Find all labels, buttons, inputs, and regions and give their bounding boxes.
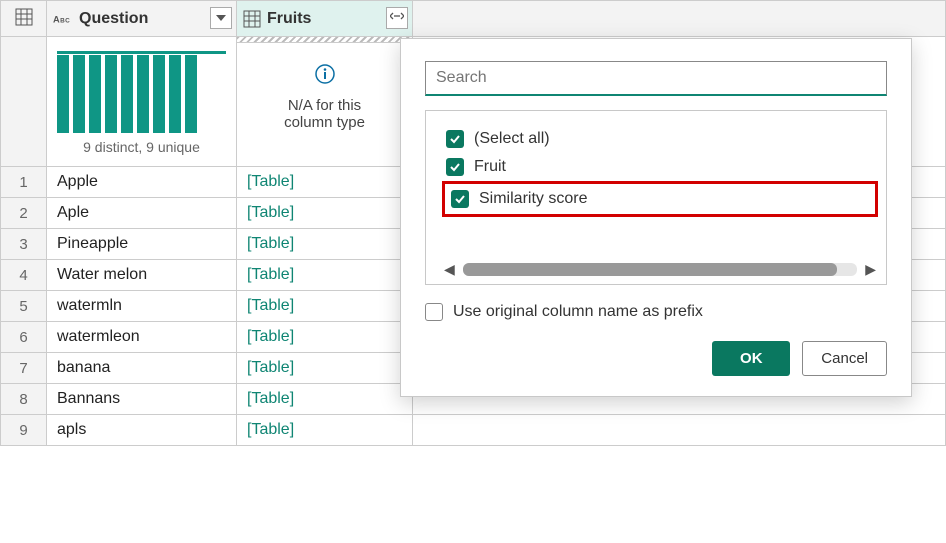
cell-question[interactable]: Pineapple [47,229,237,260]
distribution-bars [57,51,226,133]
highlight-box: Similarity score [442,181,878,217]
option-select-all[interactable]: (Select all) [442,125,878,153]
distribution-bar [137,55,149,133]
cell-fruits[interactable]: [Table] [237,353,413,384]
expand-column-button[interactable] [386,7,408,29]
cell-fruits[interactable]: [Table] [237,198,413,229]
row-number: 3 [1,229,47,260]
distribution-bar [73,55,85,133]
distribution-bar [57,55,69,133]
table-link[interactable]: [Table] [247,359,294,376]
cell-question[interactable]: banana [47,353,237,384]
column-label: Question [79,10,148,28]
chevron-down-icon [216,13,226,23]
cell-fruits[interactable]: [Table] [237,167,413,198]
cell-fruits[interactable]: [Table] [237,291,413,322]
ok-button[interactable]: OK [712,341,790,376]
row-number: 7 [1,353,47,384]
svg-text:C: C [65,17,70,24]
distribution-bar [185,55,197,133]
option-label: (Select all) [474,130,550,148]
cell-question[interactable]: apls [47,415,237,446]
row-number: 1 [1,167,47,198]
row-number: 2 [1,198,47,229]
cell-question[interactable]: Water melon [47,260,237,291]
column-header-question[interactable]: ABC Question [47,1,237,37]
table-link[interactable]: [Table] [247,297,294,314]
option-label: Similarity score [479,190,587,208]
column-filter-button[interactable] [210,7,232,29]
checkbox-unchecked-icon [425,303,443,321]
table-link[interactable]: [Table] [247,328,294,345]
scroll-right-icon[interactable]: ▶ [863,261,878,278]
cell-question[interactable]: watermln [47,291,237,322]
checkbox-checked-icon [446,158,464,176]
table-icon [15,8,33,26]
checkbox-checked-icon [451,190,469,208]
na-text-1: N/A for this [237,97,412,114]
table-type-icon [243,10,261,28]
distribution-bar [153,55,165,133]
table-link[interactable]: [Table] [247,390,294,407]
distribution-bar [89,55,101,133]
column-label: Fruits [267,10,311,28]
cell-fruits[interactable]: [Table] [237,384,413,415]
na-text-2: column type [237,114,412,131]
checkbox-checked-icon [446,130,464,148]
option-label: Fruit [474,158,506,176]
distribution-bar [105,55,117,133]
option-fruit[interactable]: Fruit [442,153,878,181]
svg-text:B: B [60,17,65,24]
row-header-corner[interactable] [1,1,47,37]
cell-question[interactable]: Apple [47,167,237,198]
column-header-empty [413,1,946,37]
table-link[interactable]: [Table] [247,266,294,283]
cancel-button[interactable]: Cancel [802,341,887,376]
profile-question: 9 distinct, 9 unique [47,37,237,167]
svg-text:A: A [53,14,60,24]
columns-options-box: (Select all) Fruit Similarity score ◀ ▶ [425,110,887,285]
profile-fruits: N/A for this column type [237,37,413,167]
prefix-option[interactable]: Use original column name as prefix [425,303,887,321]
column-header-fruits[interactable]: Fruits [237,1,413,37]
cell-question[interactable]: Bannans [47,384,237,415]
distribution-bar [121,55,133,133]
distribution-bar [169,55,181,133]
table-link[interactable]: [Table] [247,421,294,438]
row-number: 8 [1,384,47,415]
text-type-icon: ABC [53,11,73,27]
cell-fruits[interactable]: [Table] [237,229,413,260]
cell-question[interactable]: Aple [47,198,237,229]
scroll-thumb[interactable] [463,263,838,276]
row-number: 5 [1,291,47,322]
option-similarity-score[interactable]: Similarity score [447,185,873,213]
scroll-left-icon[interactable]: ◀ [442,261,457,278]
info-icon [237,63,412,89]
table-link[interactable]: [Table] [247,173,294,190]
cell-question[interactable]: watermleon [47,322,237,353]
row-number: 9 [1,415,47,446]
prefix-label: Use original column name as prefix [453,303,703,321]
cell-fruits[interactable]: [Table] [237,260,413,291]
table-link[interactable]: [Table] [247,204,294,221]
cell-fruits[interactable]: [Table] [237,415,413,446]
cell-fruits[interactable]: [Table] [237,322,413,353]
profile-stats: 9 distinct, 9 unique [57,139,226,155]
search-input[interactable] [425,61,887,96]
row-number: 6 [1,322,47,353]
expand-icon [390,12,404,24]
expand-columns-popup: (Select all) Fruit Similarity score ◀ ▶ … [400,38,912,397]
table-row[interactable]: 9apls [Table] [1,415,946,446]
table-link[interactable]: [Table] [247,235,294,252]
row-number: 4 [1,260,47,291]
horizontal-scrollbar[interactable]: ◀ ▶ [442,261,878,278]
